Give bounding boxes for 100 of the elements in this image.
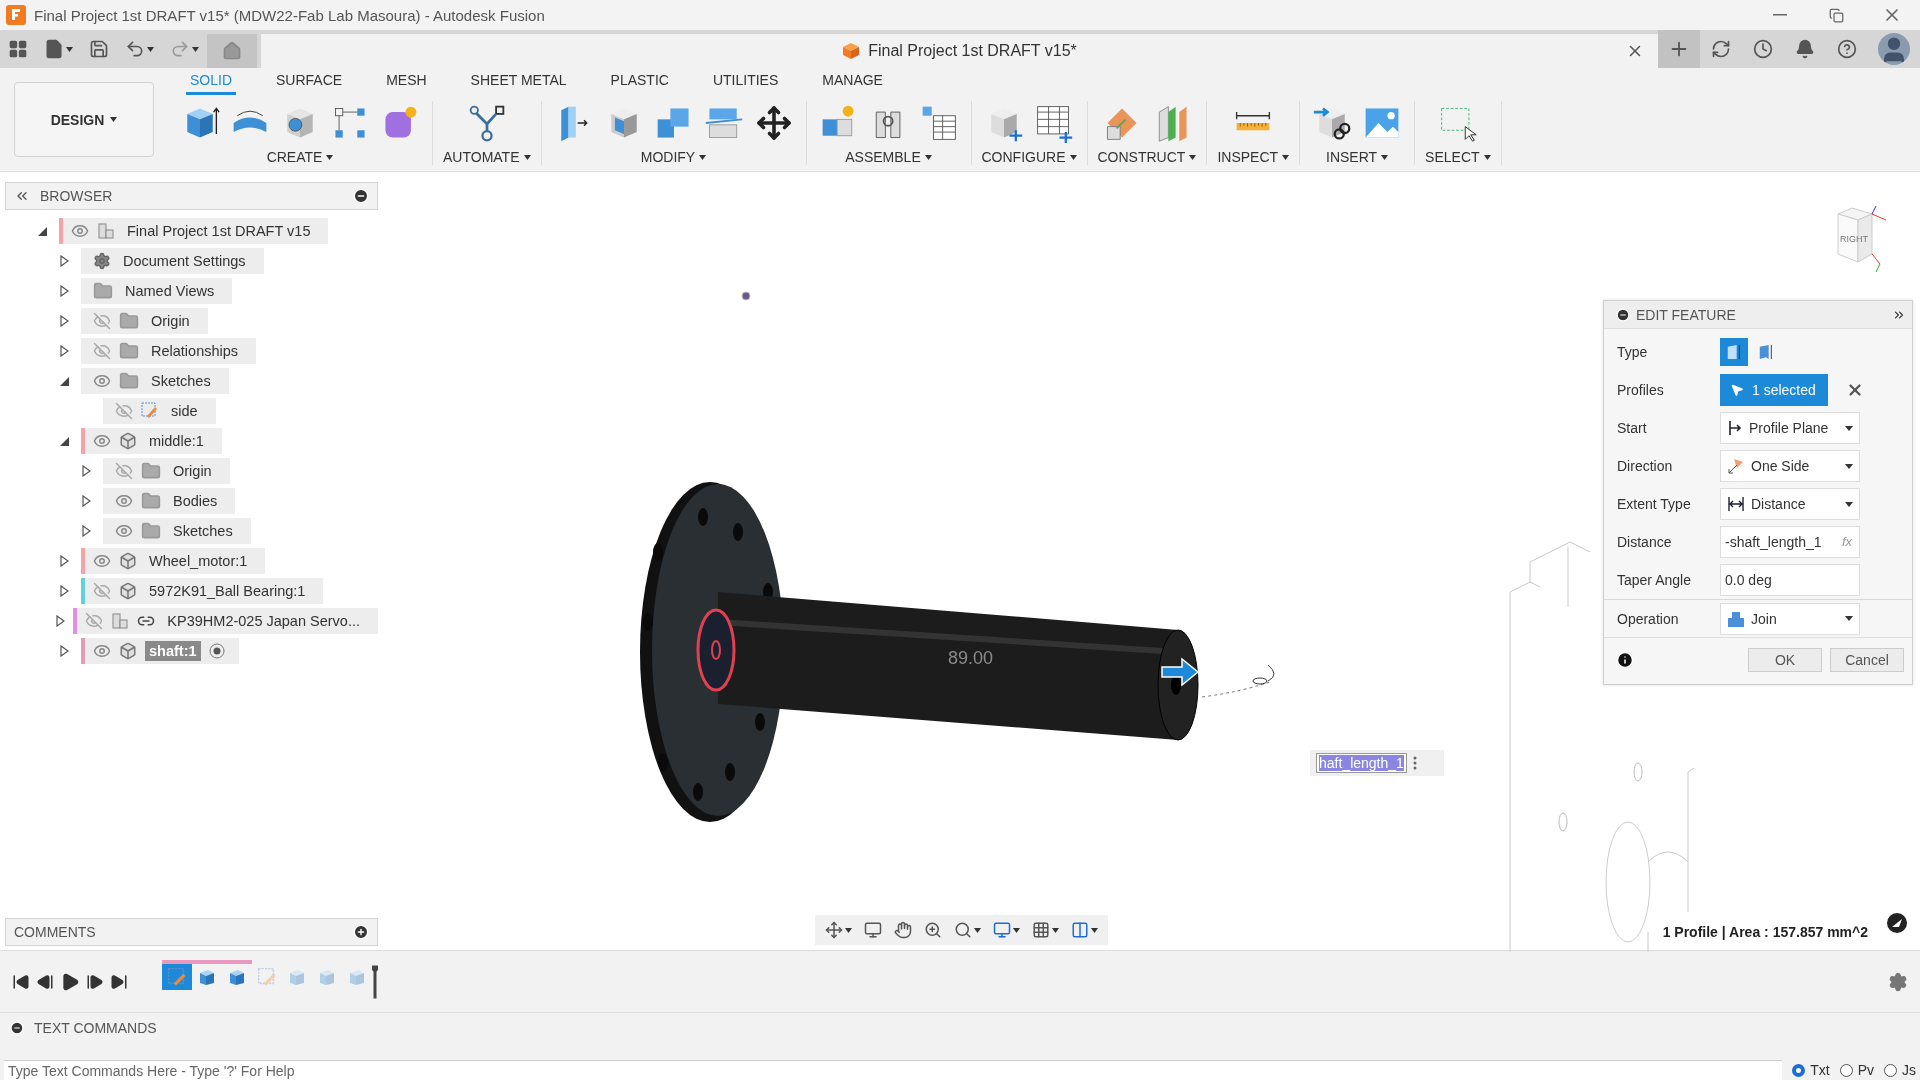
dropdown[interactable]: Distance bbox=[1720, 488, 1860, 520]
activate-radio-icon[interactable] bbox=[208, 643, 225, 659]
tree-item[interactable]: Sketches bbox=[103, 518, 251, 544]
mode-radio[interactable]: Pv bbox=[1839, 1060, 1874, 1080]
settings-icon[interactable] bbox=[1888, 971, 1908, 992]
collapsed-triangle-icon[interactable] bbox=[59, 255, 69, 267]
caret-icon bbox=[110, 117, 118, 122]
tree-item[interactable]: Origin bbox=[103, 458, 230, 484]
add-comment-icon[interactable] bbox=[353, 924, 369, 940]
move-icon bbox=[755, 105, 792, 141]
ribbon-tab[interactable]: UTILITIES bbox=[708, 72, 783, 95]
dropdown[interactable]: Profile Plane bbox=[1720, 412, 1860, 444]
collapsed-triangle-icon[interactable] bbox=[59, 285, 69, 297]
caret-icon bbox=[924, 154, 932, 160]
collapsed-triangle-icon[interactable] bbox=[81, 465, 91, 477]
function-label: fx bbox=[1841, 534, 1852, 549]
dropdown[interactable]: Join bbox=[1720, 602, 1860, 635]
dialog-button[interactable]: Cancel bbox=[1830, 648, 1904, 672]
eye-icon[interactable] bbox=[115, 522, 133, 540]
selection-button[interactable]: 1 selected bbox=[1720, 374, 1828, 406]
collapsed-triangle-icon[interactable] bbox=[59, 645, 69, 657]
expanded-triangle-icon[interactable] bbox=[37, 226, 47, 236]
panel-title: EDIT FEATURE bbox=[1636, 306, 1737, 323]
eye-icon[interactable] bbox=[93, 642, 111, 660]
tree-item-label: Origin bbox=[150, 312, 191, 331]
group-menu[interactable]: INSERT bbox=[1326, 149, 1389, 165]
group-menu[interactable]: CONFIGURE bbox=[981, 149, 1077, 165]
mode-radio[interactable]: Js bbox=[1884, 1060, 1916, 1080]
view-cube[interactable] bbox=[1837, 205, 1887, 273]
previous-icon[interactable] bbox=[36, 972, 54, 991]
save-icon bbox=[89, 39, 109, 59]
ribbon-tab[interactable]: SURFACE bbox=[272, 72, 347, 95]
eye-icon[interactable] bbox=[115, 492, 133, 510]
eye-icon[interactable] bbox=[71, 222, 89, 240]
folder-icon bbox=[119, 341, 139, 361]
group-menu[interactable]: ASSEMBLE bbox=[845, 149, 932, 165]
tree-item[interactable]: side bbox=[103, 398, 216, 424]
collapsed-triangle-icon[interactable] bbox=[59, 345, 69, 357]
group-menu[interactable]: INSPECT bbox=[1217, 149, 1290, 165]
tree-item-label: Sketches bbox=[172, 522, 234, 541]
dropdown[interactable]: One Side bbox=[1720, 450, 1860, 482]
workspace-menu[interactable]: DESIGN bbox=[14, 82, 154, 157]
group-menu[interactable]: AUTOMATE bbox=[443, 149, 531, 165]
collapse-panel-icon[interactable] bbox=[10, 1020, 24, 1035]
document-tab[interactable]: Final Project 1st DRAFT v15* bbox=[261, 34, 1658, 68]
ribbon-tab[interactable]: SHEET METAL bbox=[466, 72, 571, 95]
ribbon-tab[interactable]: MANAGE bbox=[818, 72, 887, 95]
play-icon[interactable] bbox=[60, 971, 80, 992]
expanded-triangle-icon[interactable] bbox=[59, 376, 69, 386]
last-frame-icon[interactable] bbox=[110, 972, 128, 991]
collapsed-triangle-icon[interactable] bbox=[81, 495, 91, 507]
group-menu[interactable]: CREATE bbox=[266, 149, 334, 165]
type-option[interactable] bbox=[1720, 338, 1748, 366]
extrude-arrow-handle[interactable] bbox=[1160, 657, 1200, 687]
avatar[interactable] bbox=[1878, 33, 1910, 65]
ribbon-tab[interactable]: PLASTIC bbox=[606, 72, 673, 95]
tree-item[interactable]: Wheel_motor:1 bbox=[81, 548, 266, 574]
first-frame-icon[interactable] bbox=[12, 972, 30, 991]
timeline-feature[interactable] bbox=[162, 959, 192, 990]
collapsed-triangle-icon[interactable] bbox=[55, 615, 65, 627]
caret-icon bbox=[974, 927, 981, 933]
tree-item-label: side bbox=[170, 402, 199, 421]
tree-item[interactable]: 5972K91_Ball Bearing:1 bbox=[81, 578, 324, 604]
command-input[interactable]: Type Text Commands Here - Type '?' For Help bbox=[4, 1060, 1783, 1080]
collapsed-triangle-icon[interactable] bbox=[81, 525, 91, 537]
caret-icon bbox=[1381, 154, 1389, 160]
collapsed-triangle-icon[interactable] bbox=[59, 315, 69, 327]
tree-item[interactable]: Sketches bbox=[81, 368, 229, 394]
tree-item[interactable]: Named Views bbox=[81, 278, 233, 304]
tree-item[interactable]: Document Settings bbox=[81, 248, 264, 274]
eye-icon[interactable] bbox=[93, 372, 111, 390]
tree-item[interactable]: Bodies bbox=[103, 488, 236, 514]
group-menu[interactable]: MODIFY bbox=[640, 149, 707, 165]
tree-item[interactable]: KP39HM2-025 Japan Servo... bbox=[73, 608, 378, 634]
tree-item[interactable]: Relationships bbox=[81, 338, 257, 364]
dropdown-caret-icon bbox=[1845, 425, 1853, 431]
input-field[interactable]: 0.0 deg bbox=[1720, 564, 1860, 596]
eye-icon[interactable] bbox=[93, 432, 111, 450]
field-label: Taper Angle bbox=[1617, 572, 1692, 588]
expanded-triangle-icon[interactable] bbox=[59, 436, 69, 446]
tree-item[interactable]: Final Project 1st DRAFT v15 bbox=[59, 218, 329, 244]
sketch-icon bbox=[168, 967, 186, 986]
group-menu[interactable]: SELECT bbox=[1425, 149, 1491, 165]
eye-icon[interactable] bbox=[93, 552, 111, 570]
minimize-panel-icon[interactable] bbox=[353, 188, 369, 204]
field-label: Operation bbox=[1617, 610, 1680, 627]
sketch-icon bbox=[258, 967, 276, 986]
group-menu[interactable]: CONSTRUCT bbox=[1097, 149, 1197, 165]
ribbon-tab[interactable]: MESH bbox=[382, 72, 431, 95]
caret-icon bbox=[1069, 154, 1077, 160]
tree-item[interactable]: middle:1 bbox=[81, 428, 222, 454]
dialog-button[interactable]: OK bbox=[1748, 648, 1822, 672]
mode-radio[interactable]: Txt bbox=[1792, 1060, 1830, 1080]
collapsed-triangle-icon[interactable] bbox=[59, 585, 69, 597]
collapsed-triangle-icon[interactable] bbox=[59, 555, 69, 567]
app-logo-icon bbox=[6, 5, 26, 25]
new-tab-button[interactable] bbox=[1658, 30, 1700, 68]
collapse-panel-icon[interactable] bbox=[1616, 307, 1630, 322]
next-icon[interactable] bbox=[86, 972, 104, 991]
tree-item[interactable]: Origin bbox=[81, 308, 208, 334]
